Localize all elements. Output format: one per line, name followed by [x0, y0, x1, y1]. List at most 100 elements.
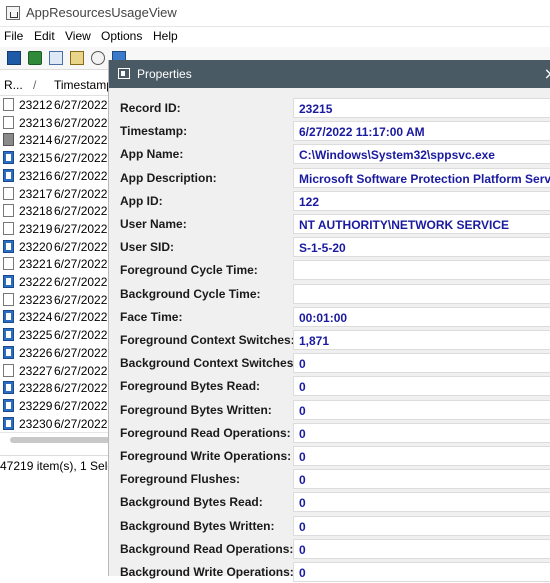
property-row: Foreground Context Switches: 1,871 — [109, 328, 550, 351]
record-timestamp: 6/27/2022 — [54, 275, 108, 289]
record-timestamp: 6/27/2022 — [54, 257, 108, 272]
property-value-field[interactable]: C:\Windows\System32\sppsvc.exe — [293, 144, 550, 165]
menu-file[interactable]: File — [4, 29, 23, 43]
property-value-field[interactable]: 6/27/2022 11:17:00 AM — [293, 121, 550, 142]
table-row[interactable]: 23223 6/27/2022 — [0, 291, 120, 309]
property-value-field[interactable]: 122 — [293, 190, 550, 211]
property-row: Background Read Operations: 0 — [109, 537, 550, 560]
column-header-timestamp[interactable]: Timestamp — [54, 78, 113, 92]
table-row[interactable]: 23217 6/27/2022 — [0, 185, 120, 203]
property-label: Background Write Operations: — [120, 565, 294, 579]
property-value-field[interactable]: 00:01:00 — [293, 306, 550, 327]
table-row[interactable]: 23227 6/27/2022 — [0, 362, 120, 380]
property-value: 0 — [299, 542, 306, 557]
property-value-field[interactable] — [293, 283, 550, 304]
property-label: App Name: — [120, 147, 184, 162]
table-row[interactable]: 23215 6/27/2022 — [0, 149, 120, 167]
property-label: Background Bytes Written: — [120, 518, 275, 533]
property-value-field[interactable]: 0 — [293, 399, 550, 420]
table-row[interactable]: 23213 6/27/2022 — [0, 114, 120, 132]
property-value: 0 — [299, 380, 306, 395]
property-value-field[interactable]: 0 — [293, 562, 550, 582]
table-row[interactable]: 23220 6/27/2022 — [0, 238, 120, 256]
record-icon — [3, 221, 14, 235]
table-row[interactable]: 23230 6/27/2022 — [0, 415, 120, 433]
table-row[interactable]: 23221 6/27/2022 — [0, 255, 120, 273]
property-value-field[interactable]: NT AUTHORITY\NETWORK SERVICE — [293, 214, 550, 234]
property-value-field[interactable]: 0 — [293, 376, 550, 397]
record-timestamp: 6/27/2022 — [54, 328, 108, 343]
column-header-record-id[interactable]: R... — [4, 78, 23, 92]
record-timestamp: 6/27/2022 — [54, 133, 108, 148]
record-id: 23216 — [19, 168, 53, 183]
property-value-field[interactable] — [293, 260, 550, 281]
window-title: AppResourcesUsageView — [26, 5, 177, 20]
record-id: 23223 — [19, 292, 53, 307]
table-row[interactable]: 23224 6/27/2022 — [0, 308, 120, 326]
system-record-icon — [3, 133, 14, 147]
find-icon[interactable] — [91, 51, 105, 65]
property-value-field[interactable]: 23215 — [293, 98, 550, 118]
property-label: Foreground Context Switches: — [120, 333, 295, 347]
scrollbar-thumb[interactable] — [10, 437, 110, 443]
table-row[interactable]: 23219 6/27/2022 — [0, 220, 120, 238]
table-row[interactable]: 23218 6/27/2022 — [0, 202, 120, 220]
record-icon — [3, 98, 14, 111]
properties-icon[interactable] — [70, 51, 84, 65]
property-value-field[interactable]: 0 — [293, 422, 550, 443]
service-record-icon — [3, 310, 14, 324]
property-value: Microsoft Software Protection Platform S… — [299, 171, 550, 186]
property-label: Foreground Bytes Written: — [120, 402, 272, 417]
table-row[interactable]: 23229 6/27/2022 — [0, 397, 120, 415]
record-id: 23222 — [19, 275, 53, 289]
record-id: 23230 — [19, 416, 53, 431]
property-row: App Description: Microsoft Software Prote… — [109, 166, 550, 189]
property-value-field[interactable]: 0 — [293, 538, 550, 559]
table-row[interactable]: 23222 6/27/2022 — [0, 273, 120, 291]
service-record-icon — [3, 381, 14, 395]
property-value: 0 — [299, 450, 306, 464]
property-row: Record ID: 23215 — [109, 96, 550, 119]
property-value-field[interactable]: 0 — [293, 515, 550, 536]
table-row[interactable]: 23212 6/27/2022 — [0, 96, 120, 114]
record-id: 23224 — [19, 310, 53, 325]
table-row[interactable]: 23226 6/27/2022 — [0, 344, 120, 362]
property-label: Timestamp: — [120, 124, 188, 139]
property-value-field[interactable]: 0 — [293, 469, 550, 490]
property-row: User SID: S-1-5-20 — [109, 235, 550, 258]
table-row[interactable]: 23216 6/27/2022 — [0, 167, 120, 185]
copy-icon[interactable] — [49, 51, 63, 65]
record-timestamp: 6/27/2022 — [54, 221, 108, 236]
property-value-field[interactable]: 1,871 — [293, 330, 550, 350]
record-timestamp: 6/27/2022 — [54, 381, 108, 396]
service-record-icon — [3, 151, 14, 165]
menu-help[interactable]: Help — [153, 29, 178, 43]
dialog-title-bar[interactable]: Properties × — [109, 60, 550, 88]
property-row: Background Write Operations: 0 — [109, 560, 550, 583]
horizontal-scrollbar[interactable] — [0, 432, 120, 447]
refresh-icon[interactable] — [28, 51, 42, 65]
app-icon — [6, 6, 20, 20]
table-row[interactable]: 23214 6/27/2022 — [0, 131, 120, 149]
property-value-field[interactable]: S-1-5-20 — [293, 237, 550, 258]
service-record-icon — [3, 398, 14, 412]
record-timestamp: 6/27/2022 — [54, 292, 108, 307]
property-label: App ID: — [120, 193, 163, 208]
record-timestamp: 6/27/2022 — [54, 115, 108, 130]
property-value-field[interactable]: 0 — [293, 446, 550, 466]
property-value: 0 — [299, 519, 306, 534]
list-header: R... / Timestamp — [0, 75, 120, 96]
menu-view[interactable]: View — [65, 29, 91, 43]
menu-edit[interactable]: Edit — [34, 29, 55, 43]
record-timestamp: 6/27/2022 — [54, 151, 108, 166]
table-row[interactable]: 23225 6/27/2022 — [0, 326, 120, 344]
close-icon[interactable]: × — [544, 64, 550, 83]
property-value-field[interactable]: 0 — [293, 353, 550, 374]
property-value-field[interactable]: 0 — [293, 492, 550, 513]
property-value-field[interactable]: Microsoft Software Protection Platform S… — [293, 167, 550, 188]
property-row: Background Context Switches: 0 — [109, 351, 550, 374]
record-id: 23213 — [19, 115, 53, 130]
menu-options[interactable]: Options — [101, 29, 142, 43]
save-icon[interactable] — [7, 51, 21, 65]
table-row[interactable]: 23228 6/27/2022 — [0, 379, 120, 397]
